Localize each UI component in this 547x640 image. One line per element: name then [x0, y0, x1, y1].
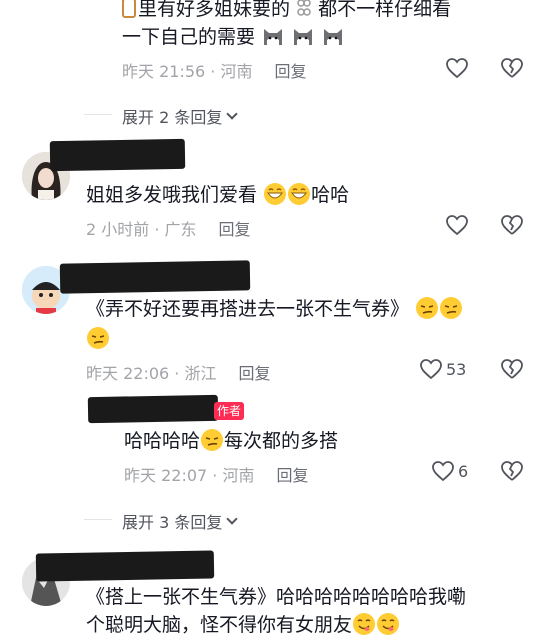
- broken-heart-icon: [501, 359, 523, 379]
- comment-1-meta: 昨天 21:56 · 河南 回复: [122, 62, 307, 81]
- expand-divider: [84, 114, 112, 115]
- comment-1-line-1: 里有好多姐妹要的 都不一样仔细看: [122, 0, 451, 22]
- broken-heart-icon: [501, 215, 523, 235]
- comment-2-text: 姐姐多发哦我们爱看 哈哈: [86, 182, 350, 206]
- comment-3-meta: 昨天 22:06 · 浙江 回复: [86, 364, 271, 383]
- reply-text: 哈哈哈哈 每次都的多搭: [124, 428, 339, 452]
- redacted-username: [87, 394, 219, 424]
- broken-heart-icon: [501, 461, 523, 481]
- expand-replies-button[interactable]: 展开 3 条回复: [122, 509, 239, 533]
- smirk-face-icon: [439, 296, 463, 320]
- heart-icon: [420, 359, 442, 380]
- phone-icon: [122, 0, 136, 18]
- like-button[interactable]: [428, 456, 458, 486]
- comment-4-line-2: 个聪明大脑，怪不得你有女朋友: [86, 612, 400, 638]
- cat-face-icon: [261, 24, 285, 48]
- comment-4-line-1: 《搭上一张不生气券》哈哈哈哈哈哈哈哈我嘞: [86, 586, 467, 608]
- yum-face-icon: [352, 612, 376, 636]
- reply-button[interactable]: 回复: [276, 466, 308, 485]
- like-button[interactable]: [416, 354, 446, 384]
- cat-face-icon: [291, 24, 315, 48]
- heart-icon: [432, 461, 454, 482]
- dislike-button[interactable]: [497, 456, 527, 486]
- cat-face-icon: [321, 24, 345, 48]
- reply-meta: 昨天 22:07 · 河南 回复: [124, 466, 309, 485]
- comment-3-text: 《弄不好还要再搭进去一张不生气券》: [86, 296, 463, 322]
- reply-button[interactable]: 回复: [219, 220, 251, 239]
- smirk-face-icon: [200, 428, 224, 452]
- dislike-button[interactable]: [497, 354, 527, 384]
- link-icon: [296, 0, 312, 18]
- comment-1-line-2: 一下自己的需要: [122, 24, 345, 50]
- like-button[interactable]: [442, 53, 472, 83]
- chevron-down-icon: [226, 512, 239, 525]
- expand-replies-button[interactable]: 展开 2 条回复: [122, 104, 239, 128]
- smirk-face-icon: [86, 326, 110, 350]
- like-count: 53: [446, 360, 467, 379]
- heart-icon: [446, 215, 468, 236]
- author-badge: 作者: [214, 402, 245, 420]
- comment-2-meta: 2 小时前 · 广东 回复: [86, 220, 251, 239]
- grinning-face-icon: [263, 182, 287, 206]
- like-count: 6: [458, 462, 469, 481]
- redacted-username: [59, 260, 251, 294]
- broken-heart-icon: [501, 58, 523, 78]
- chevron-down-icon: [226, 107, 239, 120]
- yum-face-icon: [376, 612, 400, 636]
- grinning-face-icon: [287, 182, 311, 206]
- heart-icon: [446, 58, 468, 79]
- expand-divider: [84, 519, 112, 520]
- like-button[interactable]: [442, 210, 472, 240]
- redacted-username: [49, 138, 186, 172]
- dislike-button[interactable]: [497, 53, 527, 83]
- smirk-face-icon: [415, 296, 439, 320]
- reply-button[interactable]: 回复: [238, 364, 270, 383]
- redacted-username: [35, 550, 215, 582]
- reply-button[interactable]: 回复: [274, 62, 306, 81]
- dislike-button[interactable]: [497, 210, 527, 240]
